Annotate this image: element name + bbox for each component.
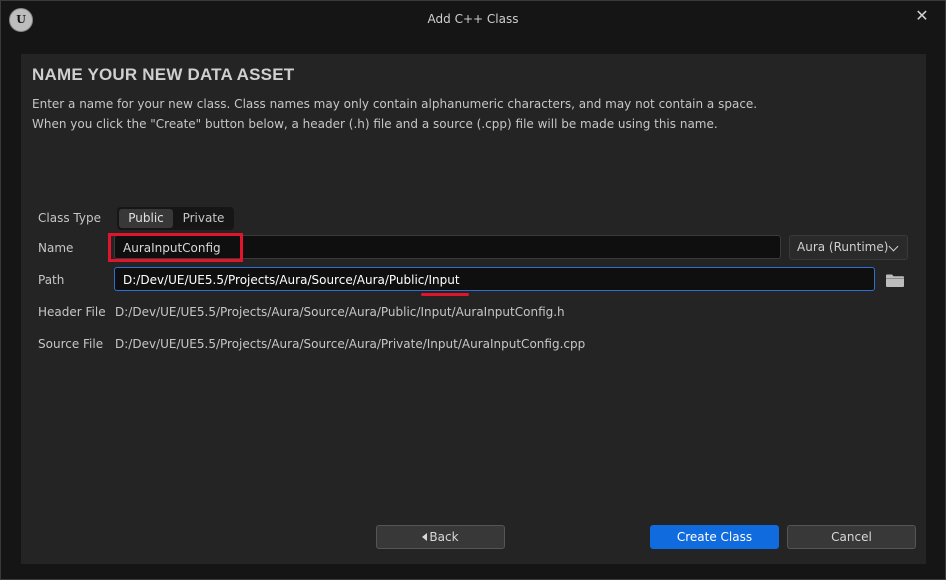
chevron-down-icon [888,241,899,252]
content-panel: NAME YOUR NEW DATA ASSET Enter a name fo… [21,54,926,564]
class-type-public-button[interactable]: Public [119,209,173,228]
module-dropdown-value: Aura (Runtime) [797,240,889,254]
create-class-button[interactable]: Create Class [650,525,779,549]
path-input[interactable]: D:/Dev/UE/UE5.5/Projects/Aura/Source/Aur… [114,267,875,291]
class-name-input[interactable]: AuraInputConfig [114,235,781,259]
source-file-label: Source File [38,337,104,351]
path-label: Path [38,273,65,287]
cancel-button[interactable]: Cancel [787,525,916,549]
window-title: Add C++ Class [427,12,519,26]
header-file-label: Header File [38,305,106,319]
title-bar: U Add C++ Class ✕ [1,1,945,39]
name-label: Name [38,241,74,255]
description-line-1: Enter a name for your new class. Class n… [32,97,758,111]
back-button[interactable]: Back [376,525,505,549]
add-class-dialog: U Add C++ Class ✕ NAME YOUR NEW DATA ASS… [0,0,946,580]
folder-icon[interactable] [886,274,904,287]
source-file-path: D:/Dev/UE/UE5.5/Projects/Aura/Source/Aur… [115,337,586,351]
class-type-private-button[interactable]: Private [175,209,232,228]
class-type-label: Class Type [38,211,101,225]
header-file-path: D:/Dev/UE/UE5.5/Projects/Aura/Source/Aur… [115,305,565,319]
back-button-label: Back [429,530,459,544]
class-type-toggle: Public Private [117,207,234,230]
description-line-2: When you click the "Create" button below… [32,117,718,131]
close-icon[interactable]: ✕ [913,6,931,26]
back-arrow-icon [422,533,428,541]
module-dropdown[interactable]: Aura (Runtime) [789,235,908,260]
page-title: NAME YOUR NEW DATA ASSET [32,65,295,84]
